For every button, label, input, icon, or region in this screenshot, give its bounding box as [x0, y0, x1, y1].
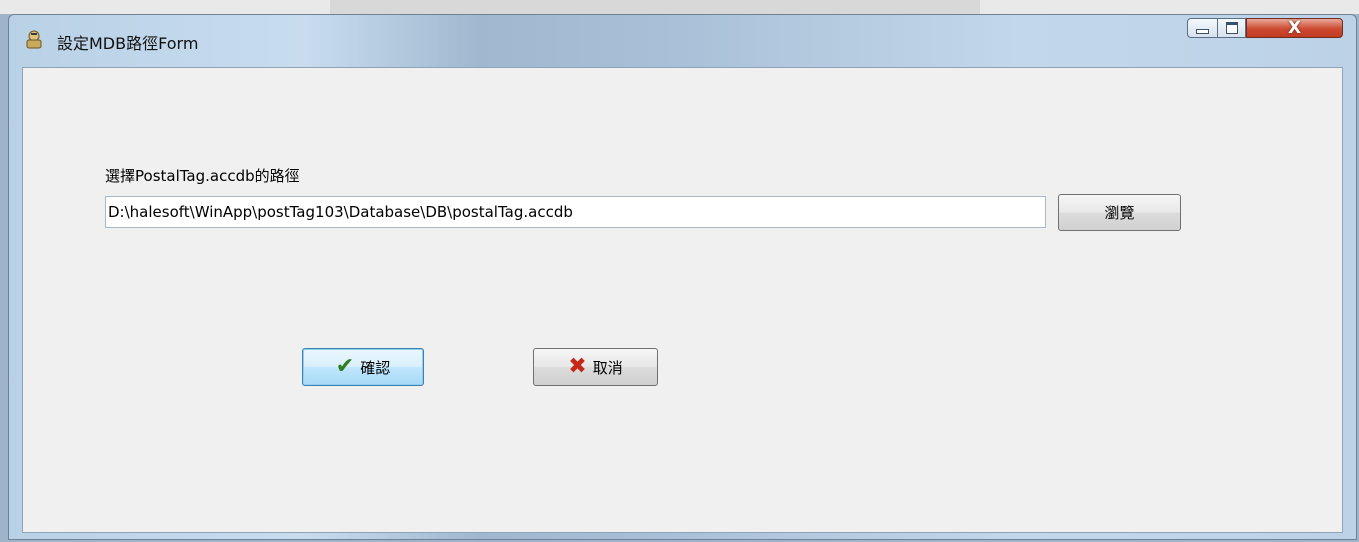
close-button[interactable]: X [1246, 18, 1343, 38]
dialog-client-area: 選擇PostalTag.accdb的路徑 瀏覽 ✔ 確認 ✖ 取消 [22, 67, 1343, 533]
browse-button[interactable]: 瀏覽 [1058, 194, 1181, 231]
cross-icon: ✖ [568, 354, 587, 379]
minimize-icon [1196, 28, 1209, 34]
dialog-window: 設定MDB路徑Form X 選擇PostalTag.accdb的路徑 瀏覽 ✔ … [8, 14, 1357, 540]
background-window-strip [330, 0, 980, 14]
cancel-button-label: 取消 [592, 358, 623, 377]
window-title: 設定MDB路徑Form [57, 34, 199, 53]
browse-button-label: 瀏覽 [1104, 204, 1135, 222]
path-label: 選擇PostalTag.accdb的路徑 [105, 167, 300, 185]
app-icon [26, 30, 42, 49]
minimize-button[interactable] [1187, 18, 1217, 38]
ok-button[interactable]: ✔ 確認 [302, 348, 424, 386]
maximize-button[interactable] [1217, 18, 1246, 38]
cancel-button[interactable]: ✖ 取消 [533, 348, 658, 386]
close-icon: X [1287, 18, 1302, 38]
maximize-icon [1225, 22, 1238, 34]
check-icon: ✔ [335, 354, 355, 379]
background-desktop-right [980, 0, 1359, 14]
ok-button-label: 確認 [360, 358, 391, 377]
title-bar[interactable]: 設定MDB路徑Form X [9, 15, 1356, 67]
path-input[interactable] [105, 196, 1046, 228]
background-desktop-left [0, 0, 330, 14]
